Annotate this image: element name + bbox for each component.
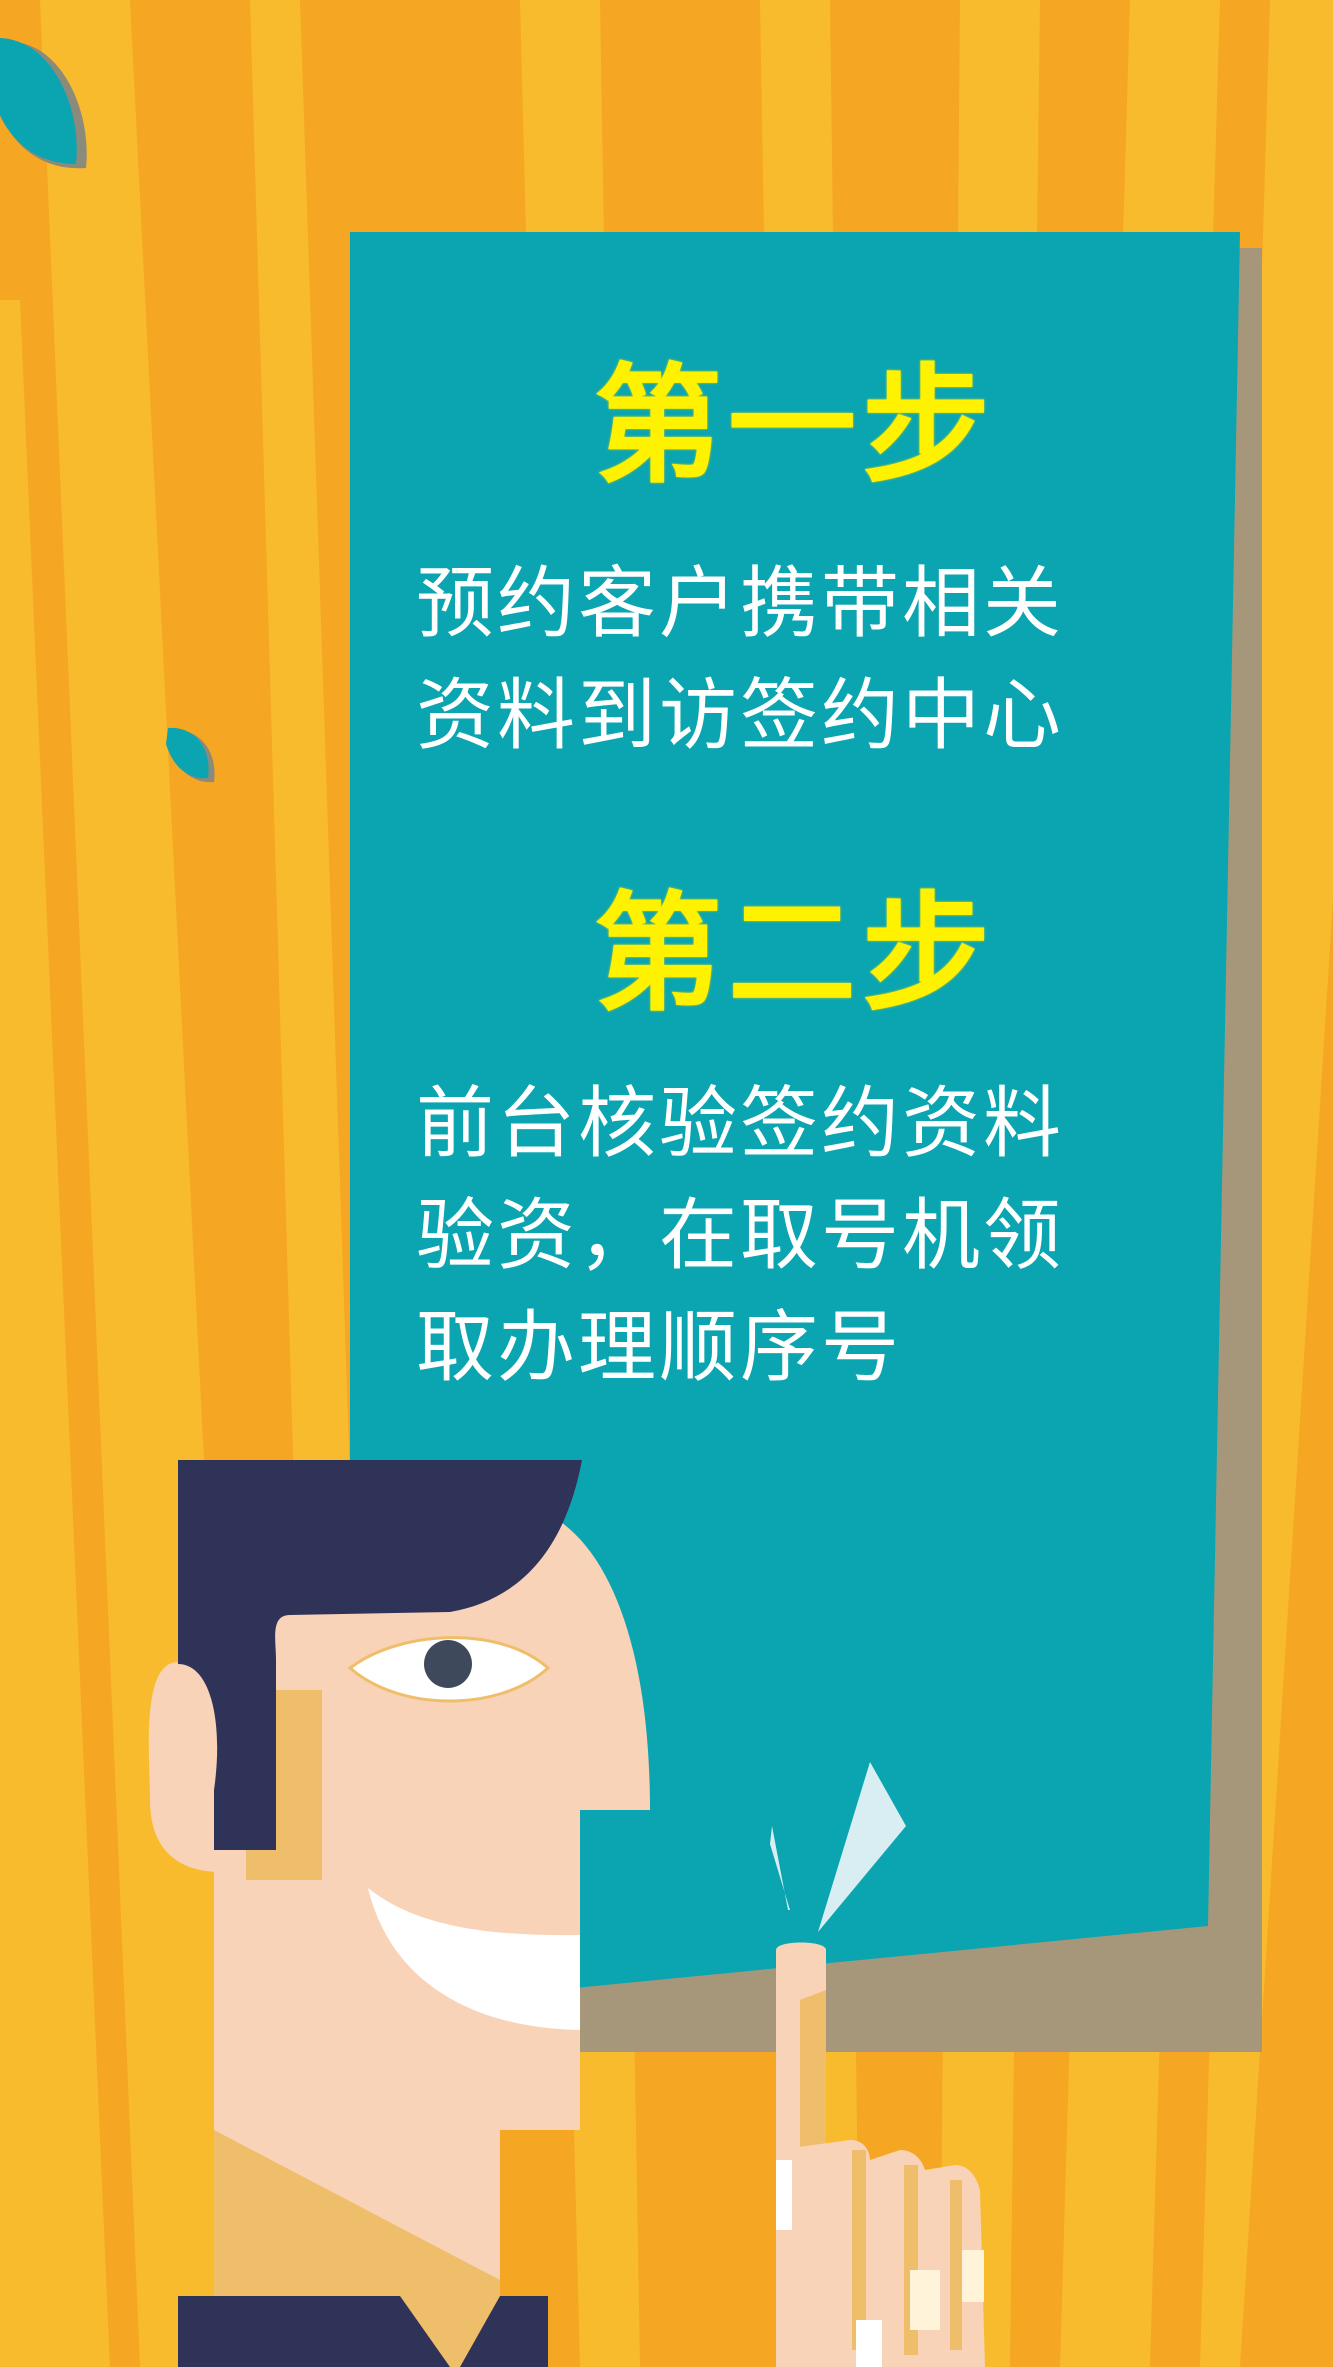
man-illustration xyxy=(148,1460,985,2367)
ear xyxy=(148,1662,216,1872)
infographic-canvas: 第一步 预约客户携带相关 资料到访签约中心 第二步 前台核验签约资料 验资，在取… xyxy=(0,0,1333,2367)
sparkle-small xyxy=(770,1826,790,1910)
fingernail-1 xyxy=(776,2160,792,2230)
fingernail-4 xyxy=(962,2250,984,2302)
fingernail-3 xyxy=(910,2270,940,2330)
sparkle-large xyxy=(818,1762,906,1932)
fingernail-2 xyxy=(856,2320,882,2367)
eye-pupil xyxy=(424,1640,472,1688)
knuckle-3 xyxy=(950,2180,962,2350)
